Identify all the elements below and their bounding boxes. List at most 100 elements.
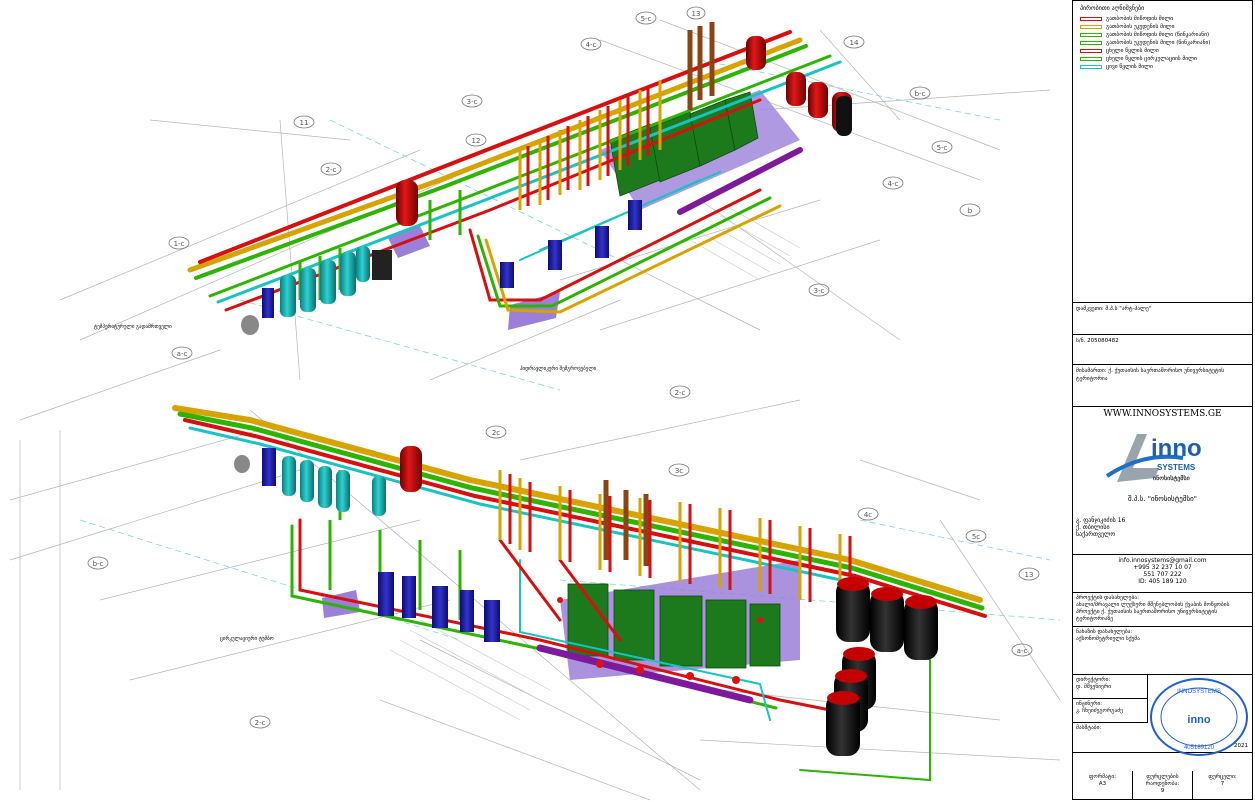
format-value: A3 [1098,781,1107,787]
logo-sub: SYSTEMS [1157,463,1196,472]
drawing-sheet: 5-c 13 4-c 14 3-c 12 2-c 1-c 11 5-c 4-c 3-c 2-c b… [0,0,1255,802]
svg-text:12: 12 [472,137,481,145]
legend-item: გათბობის უკუდენის მილი [1080,23,1249,31]
title-block: პირობითი აღნიშვნები გათბობის მიწოდის მილ… [1072,0,1253,800]
company-logo: inno SYSTEMS ინოსისტემსი [1105,434,1202,482]
address-text: მისამართი: ქ. ქუთაისის საერთაშორისო უნივ… [1076,368,1225,382]
svg-text:2-c: 2-c [255,719,266,727]
director-name: დ. მშვენიერი [1076,684,1112,690]
svg-text:3-c: 3-c [467,98,478,106]
legend-label: გათბობის მიწოდის მილი [1106,15,1174,22]
svg-text:2-c: 2-c [326,166,337,174]
legend-label: ცივი წყლის მილი [1106,63,1153,70]
bottom-axonometric-view [172,405,987,782]
street-text: გ. ფანჯიკიძის 16 [1076,517,1126,524]
legend-item: გათბობის უკუდენის მილი (წინკარიანი) [1080,39,1249,47]
sheet-info-row: ფორმატი: A3 ფურცლების რაოდენობა: 9 ფურცე… [1073,771,1252,799]
building-plan-lines [9,19,1061,801]
legend-list: გათბობის მიწოდის მილი გათბობის უკუდენის მ… [1076,15,1249,71]
company-id: ID: 405 189 120 [1138,578,1187,585]
phone-2: 551 707 222 [1143,571,1182,578]
svg-text:a-c: a-c [1017,647,1028,655]
svg-text:5c: 5c [972,533,980,541]
engineer-name: კ. ჩხეიძეგორგაძე [1076,708,1123,714]
legend-title: პირობითი აღნიშვნები [1080,5,1145,12]
svg-text:3-c: 3-c [814,287,825,295]
legend-item: გათბობის მიწოდის მილი (წინკარიანი) [1080,31,1249,39]
svg-text:4-c: 4-c [586,41,597,49]
annotation-1: ტემპერატურული გადამრთველი [94,323,172,330]
director-cell: დირექტორი: დ. მშვენიერი [1073,675,1148,699]
format-cell: ფორმატი: A3 [1073,771,1133,799]
engineer-cell: ინჟინერი: კ. ჩხეიძეგორგაძე [1073,699,1148,723]
logo-word: inno [1151,435,1202,462]
legend-swatch [1080,49,1102,53]
city-text: ქ. თბილისი [1076,524,1110,531]
legend-swatch [1080,65,1102,69]
company-stamp: INNOSYSTEMS inno 405189120 [1150,678,1248,756]
drawing-name-cell: ნახაზის დასახელება: აქსონომეტრიული სქემა [1073,627,1252,675]
sheets-value: 9 [1160,788,1165,794]
country-text: საქართველო [1076,531,1116,538]
legend-label: გათბობის უკუდენის მილი [1106,23,1175,30]
legend-label: ცხელი წყლის მილი [1106,47,1159,54]
sheet-cell: ფურცელი: 7 [1193,771,1252,799]
svg-text:13: 13 [692,10,701,18]
svg-text:13: 13 [1025,571,1034,579]
drawing-label: ნახაზის დასახელება: [1076,629,1133,635]
website-text: WWW.INNOSYSTEMS.GE [1103,409,1222,419]
annotation-3: ცირკულაციური ტუმბო [220,635,274,642]
axonometric-drawing: 5-c 13 4-c 14 3-c 12 2-c 1-c 11 5-c 4-c 3-c 2-c b… [9,6,1061,801]
sheet-label: ფურცელი: [1208,774,1237,780]
svg-text:b-c: b-c [93,560,104,568]
svg-text:1-c: 1-c [174,240,185,248]
legend-swatch [1080,33,1102,37]
svg-text:5-c: 5-c [641,15,652,23]
company-cell: WWW.INNOSYSTEMS.GE inno SYSTEMS ინოსისტე… [1073,407,1252,555]
format-label: ფორმატი: [1088,774,1117,780]
stamp-text: INNOSYSTEMS [1177,689,1221,695]
sheet-value: 7 [1220,781,1225,787]
drawing-text: აქსონომეტრიული სქემა [1076,636,1140,642]
svg-text:14: 14 [850,39,859,47]
engineer-label: ინჟინერი: [1076,701,1103,707]
legend-item: ცხელი წყლის ცირკულაციის მილი [1080,55,1249,63]
client-text: დამკვეთი: შ.პ.ს "არტ-პალე" [1076,306,1152,312]
legend-item: გათბობის მიწოდის მილი [1080,15,1249,23]
code-text: ს/ნ. 205080482 [1076,338,1119,344]
svg-text:5-c: 5-c [937,144,948,152]
company-name: შ.პ.ს. "ინოსისტემსი" [1128,495,1197,503]
client-cell: დამკვეთი: შ.პ.ს "არტ-პალე" [1073,303,1252,335]
grid-bubble-labels-top: 5-c 13 4-c 14 3-c 12 2-c 1-c 11 5-c 4-c 3-c 2-c b… [174,10,973,397]
phone-1: +995 32 237 10 07 [1133,564,1192,571]
svg-text:3c: 3c [675,467,683,475]
svg-text:2-c: 2-c [675,389,686,397]
legend-label: გათბობის უკუდენის მილი (წინკარიანი) [1106,39,1211,46]
logo-geo: ინოსისტემსი [1153,474,1190,482]
project-label: პროექტის დასახელება: [1076,595,1139,601]
director-label: დირექტორი: [1076,677,1111,683]
svg-text:a-c: a-c [177,350,188,358]
legend-label: გათბობის მიწოდის მილი (წინკარიანი) [1106,31,1210,38]
sheets-cell: ფურცლების რაოდენობა: 9 [1133,771,1193,799]
project-text: ახალი/მრავალი ლუქსური მშენებლობის ქვაბის… [1076,602,1230,622]
code-cell: ს/ნ. 205080482 [1073,335,1252,365]
address-cell: მისამართი: ქ. ქუთაისის საერთაშორისო უნივ… [1073,365,1252,407]
svg-text:11: 11 [300,119,309,127]
legend-swatch [1080,25,1102,29]
legend-swatch [1080,17,1102,21]
sheets-label: ფურცლების რაოდენობა: [1145,774,1180,787]
contacts-cell: info.innosystems@gmail.com +995 32 237 1… [1073,555,1252,593]
svg-text:4c: 4c [864,511,872,519]
top-axonometric-view [187,22,852,335]
storage-tanks-top [280,246,370,317]
legend-label: ცხელი წყლის ცირკულაციის მილი [1106,55,1197,62]
stamp-logo: inno [1187,714,1210,726]
legend-swatch [1080,57,1102,61]
svg-text:4-c: 4-c [888,180,899,188]
svg-text:b: b [968,207,973,215]
legend-item: ცივი წყლის მილი [1080,63,1249,71]
legend-panel: პირობითი აღნიშვნები გათბობის მიწოდის მილ… [1073,1,1252,303]
stamp-code: 405189120 [1184,745,1215,751]
email-link[interactable]: info.innosystems@gmail.com [1076,557,1249,564]
